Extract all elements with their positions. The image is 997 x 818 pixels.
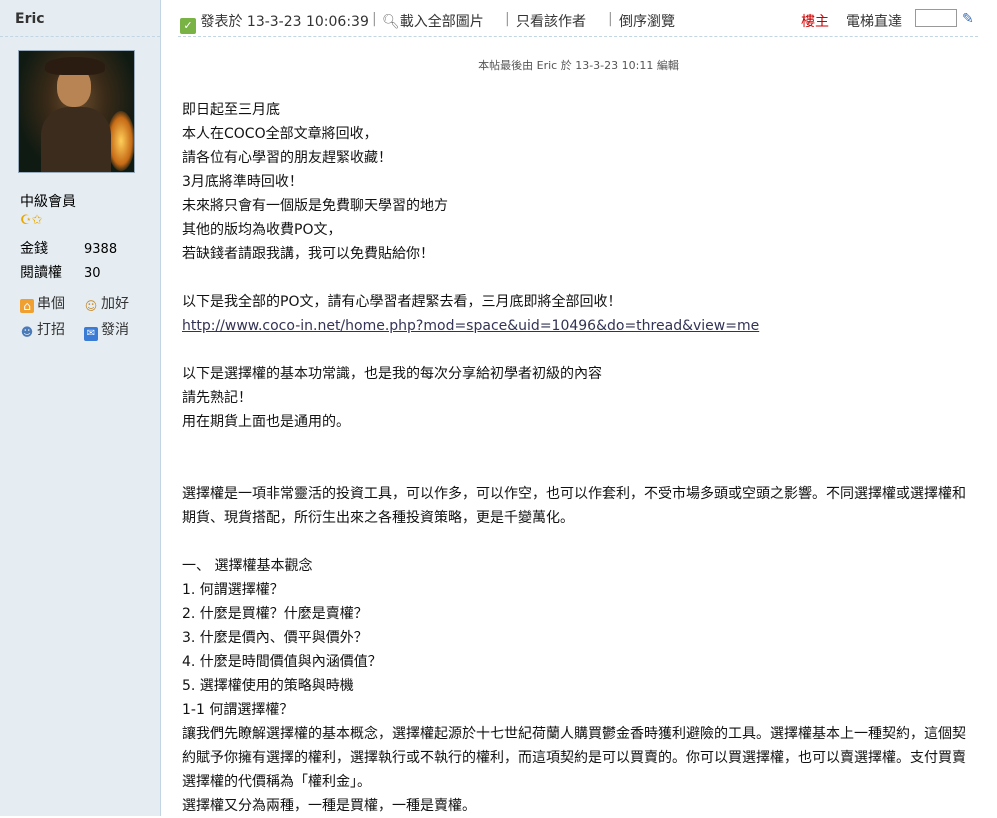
content-line: 即日起至三月底 — [182, 102, 280, 118]
send-message-link[interactable]: ✉ 發消 — [84, 319, 129, 341]
po-list-link[interactable]: http://www.coco-in.net/home.php?mod=spac… — [182, 318, 759, 334]
content-line: 本人在COCO全部文章將回收， — [182, 126, 378, 142]
mail-icon: ✉ — [84, 327, 98, 341]
reverse-view-link[interactable]: 倒序瀏覽 — [619, 11, 675, 31]
content-line: 若缺錢者請跟我講，我可以免費貼給你！ — [182, 246, 434, 262]
stat-label: 閱讀權 — [20, 265, 62, 281]
avatar-figure-body — [41, 107, 111, 172]
toolbar-separator: | — [608, 11, 613, 27]
list-item: 3. 什麼是價內、價平與價外？ — [182, 630, 368, 646]
load-images-label: 載入全部圖片 — [399, 14, 484, 30]
stat-value: 9388 — [84, 242, 118, 257]
add-friend-link[interactable]: ☺ 加好 — [84, 293, 129, 313]
edit-note: 本帖最後由 Eric 於 13-3-23 10:11 編輯 — [478, 59, 679, 72]
content-line: 請先熟記！ — [182, 390, 252, 406]
author-rank: 中級會員 — [20, 194, 76, 210]
greet-icon: ☻ — [20, 325, 34, 339]
section-title: 一、 選擇權基本觀念 — [182, 558, 313, 574]
greet-link[interactable]: ☻ 打招 — [20, 319, 65, 339]
toolbar-separator: | — [372, 11, 377, 27]
stat-value: 30 — [84, 266, 101, 281]
load-images-link[interactable]: 🔍︎載入全部圖片 — [382, 11, 484, 31]
author-username[interactable]: Eric — [15, 11, 45, 27]
content-line: 用在期貨上面也是通用的。 — [182, 414, 350, 430]
avatar-fire — [107, 111, 134, 171]
toolbar-separator: | — [505, 11, 510, 27]
list-item: 2. 什麼是買權？什麼是賣權？ — [182, 606, 368, 622]
list-item: 5. 選擇權使用的策略與時機 — [182, 678, 354, 694]
content-line: http://www.coco-in.net/home.php?mod=spac… — [182, 314, 968, 338]
post-status-icon: ✓ — [180, 18, 196, 34]
action-label: 打招 — [37, 322, 65, 338]
content-line: 未來將只會有一個版是免費聊天學習的地方 — [182, 198, 448, 214]
action-label: 串個 — [37, 296, 65, 312]
stat-money: 金錢 9388 — [20, 238, 117, 258]
stat-label: 金錢 — [20, 241, 48, 257]
elevator-label: 電梯直達 — [846, 14, 902, 30]
list-item: 4. 什麼是時間價值與內涵價值？ — [182, 654, 382, 670]
posted-info: ✓ 發表於 13-3-23 10:06:39 — [180, 11, 369, 34]
home-space-link[interactable]: ⌂ 串個 — [20, 293, 65, 313]
rank-stars-icon: ☪✩ — [20, 213, 43, 228]
content-line: 其他的版均為收費PO文， — [182, 222, 342, 238]
author-sidebar: Eric 中級會員 ☪✩ 金錢 9388 閱讀權 30 ⌂ 串個 ☺ 加好 ☻ 打招 ✉ 發… — [0, 0, 161, 816]
jump-go-icon[interactable]: ✎ — [962, 11, 974, 27]
post-content: 即日起至三月底 本人在COCO全部文章將回收， 請各位有心學習的朋友趕緊收藏！ … — [182, 98, 968, 818]
body-paragraph: 讓我們先瞭解選擇權的基本概念，選擇權起源於十七世紀荷蘭人購買鬱金香時獲利避險的工… — [182, 726, 966, 790]
home-icon: ⌂ — [20, 299, 34, 313]
content-line: 3月底將準時回收！ — [182, 174, 303, 190]
list-item: 1. 何謂選擇權？ — [182, 582, 284, 598]
toolbar-divider — [178, 36, 978, 37]
post-toolbar: ✓ 發表於 13-3-23 10:06:39 | 🔍︎載入全部圖片 | 只看該作… — [178, 8, 978, 34]
posted-time: 13-3-23 10:06:39 — [246, 14, 369, 30]
add-friend-icon: ☺ — [84, 299, 98, 313]
content-line: 以下是我全部的PO文，請有心學習者趕緊去看，三月底即將全部回收！ — [182, 294, 622, 310]
content-line: 以下是選擇權的基本功常識，也是我的每次分享給初學者初級的內容 — [182, 366, 602, 382]
sub-title: 1-1 何謂選擇權？ — [182, 702, 294, 718]
content-line: 請各位有心學習的朋友趕緊收藏！ — [182, 150, 392, 166]
intro-paragraph: 選擇權是一項非常靈活的投資工具，可以作多，可以作空，也可以作套利，不受市場多頭或… — [182, 486, 966, 526]
floor-label: 樓主 — [801, 14, 829, 30]
magnifier-icon: 🔍︎ — [382, 14, 400, 30]
stat-read-permission: 閱讀權 30 — [20, 262, 101, 282]
action-label: 發消 — [101, 322, 129, 338]
action-label: 加好 — [101, 296, 129, 312]
author-only-link[interactable]: 只看該作者 — [516, 11, 586, 31]
posted-prefix: 發表於 — [200, 14, 243, 30]
sidebar-divider — [0, 36, 160, 37]
body-paragraph: 選擇權又分為兩種，一種是買權，一種是賣權。 — [182, 798, 476, 814]
floor-jump-input[interactable] — [915, 9, 957, 27]
